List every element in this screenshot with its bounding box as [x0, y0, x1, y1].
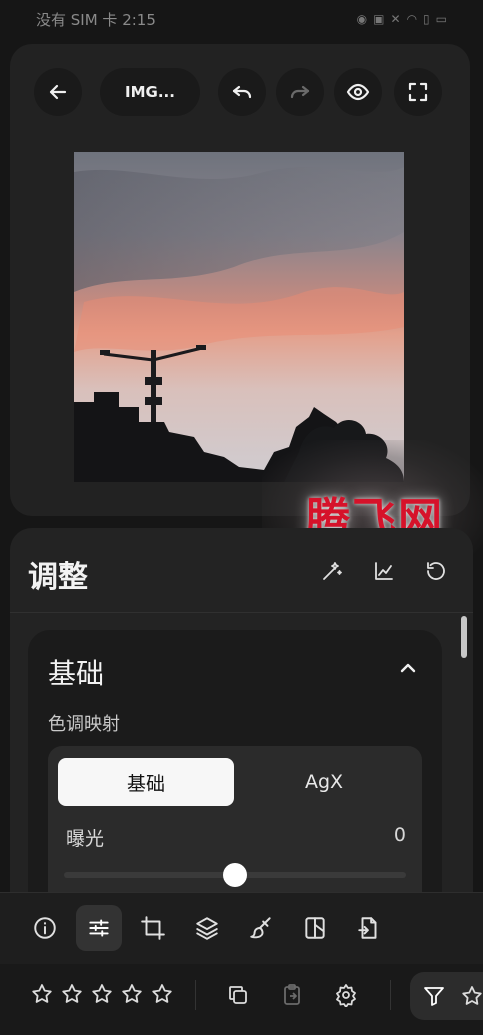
back-arrow-icon: [49, 84, 67, 100]
adjust-title: 调整: [28, 560, 88, 595]
top-toolbar: IMG...: [34, 68, 446, 116]
undo-button[interactable]: [218, 68, 266, 116]
photo-preview[interactable]: [74, 152, 404, 482]
nav-adjust[interactable]: [76, 905, 122, 951]
back-button[interactable]: [34, 68, 82, 116]
info-icon: [34, 917, 56, 939]
exposure-slider-thumb[interactable]: [223, 863, 247, 887]
exposure-value: 0: [393, 824, 406, 846]
nav-mask[interactable]: [292, 905, 338, 951]
panel-divider: [10, 612, 473, 613]
magic-wand-icon: [323, 562, 342, 580]
vibrate-icon: ▯: [423, 12, 430, 26]
mask-icon: [305, 917, 325, 939]
star-icon[interactable]: [120, 982, 144, 1006]
crop-icon: [141, 916, 165, 940]
settings-icon: [336, 984, 356, 1007]
redo-icon: [290, 85, 310, 99]
reset-icon: [427, 562, 445, 580]
status-bar: 没有 SIM 卡 2:15 ◉ ▣ ✕ ◠ ▯ ▭: [0, 0, 483, 38]
paste-button[interactable]: [277, 980, 307, 1010]
brush-icon: [250, 917, 271, 939]
basic-section-title: 基础: [48, 657, 105, 690]
mute-icon: ✕: [390, 12, 401, 26]
copy-button[interactable]: [223, 980, 253, 1010]
fullscreen-button[interactable]: [394, 68, 442, 116]
sliders-icon: [89, 919, 109, 937]
chevron-up-icon[interactable]: [396, 656, 420, 680]
star-icon[interactable]: [60, 982, 84, 1006]
export-icon: [358, 917, 377, 939]
layers-icon: [196, 917, 218, 940]
undo-icon: [232, 85, 252, 99]
star-icon[interactable]: [90, 982, 114, 1006]
nav-layers[interactable]: [184, 905, 230, 951]
reset-button[interactable]: [423, 558, 449, 584]
adjust-actions: [319, 558, 449, 584]
settings-button[interactable]: [331, 980, 361, 1010]
segment-agx[interactable]: AgX: [236, 758, 412, 806]
paste-icon: [284, 984, 300, 1005]
star-icon[interactable]: [150, 982, 174, 1006]
battery-icon: ▭: [435, 12, 447, 26]
exposure-label: 曝光: [66, 828, 105, 850]
adjust-panel: 调整 基础 色调映射 基础 AgX 曝光 0: [10, 528, 473, 960]
segment-basic[interactable]: 基础: [58, 758, 234, 806]
nfc-icon: ▣: [373, 12, 385, 26]
nav-info[interactable]: [22, 905, 68, 951]
separator: [195, 980, 196, 1010]
star-icon: [462, 986, 482, 1005]
tone-mapping-label: 色调映射: [48, 714, 120, 735]
filter-pill[interactable]: [410, 972, 483, 1020]
histogram-icon: [375, 562, 393, 580]
nav-export[interactable]: [346, 905, 392, 951]
filter-icon: [424, 987, 444, 1006]
bottom-action-bar: [0, 964, 483, 1035]
rating-stars: [30, 982, 174, 1006]
histogram-button[interactable]: [371, 558, 397, 584]
bottom-tool-nav: [0, 892, 483, 964]
auto-adjust-button[interactable]: [319, 558, 345, 584]
nav-brush[interactable]: [238, 905, 284, 951]
status-icons: ◉ ▣ ✕ ◠ ▯ ▭: [357, 12, 447, 26]
separator: [390, 980, 391, 1010]
wifi-icon: ◠: [406, 12, 418, 26]
eye-status-icon: ◉: [356, 12, 368, 26]
copy-icon: [229, 986, 247, 1004]
star-icon[interactable]: [30, 982, 54, 1006]
nav-crop[interactable]: [130, 905, 176, 951]
fullscreen-icon: [408, 82, 428, 102]
file-name-button[interactable]: IMG...: [100, 68, 200, 116]
panel-scrollbar[interactable]: [461, 616, 467, 658]
eye-icon: [346, 83, 370, 101]
carrier-time: 没有 SIM 卡 2:15: [36, 10, 156, 29]
preview-toggle-button[interactable]: [334, 68, 382, 116]
redo-button[interactable]: [276, 68, 324, 116]
